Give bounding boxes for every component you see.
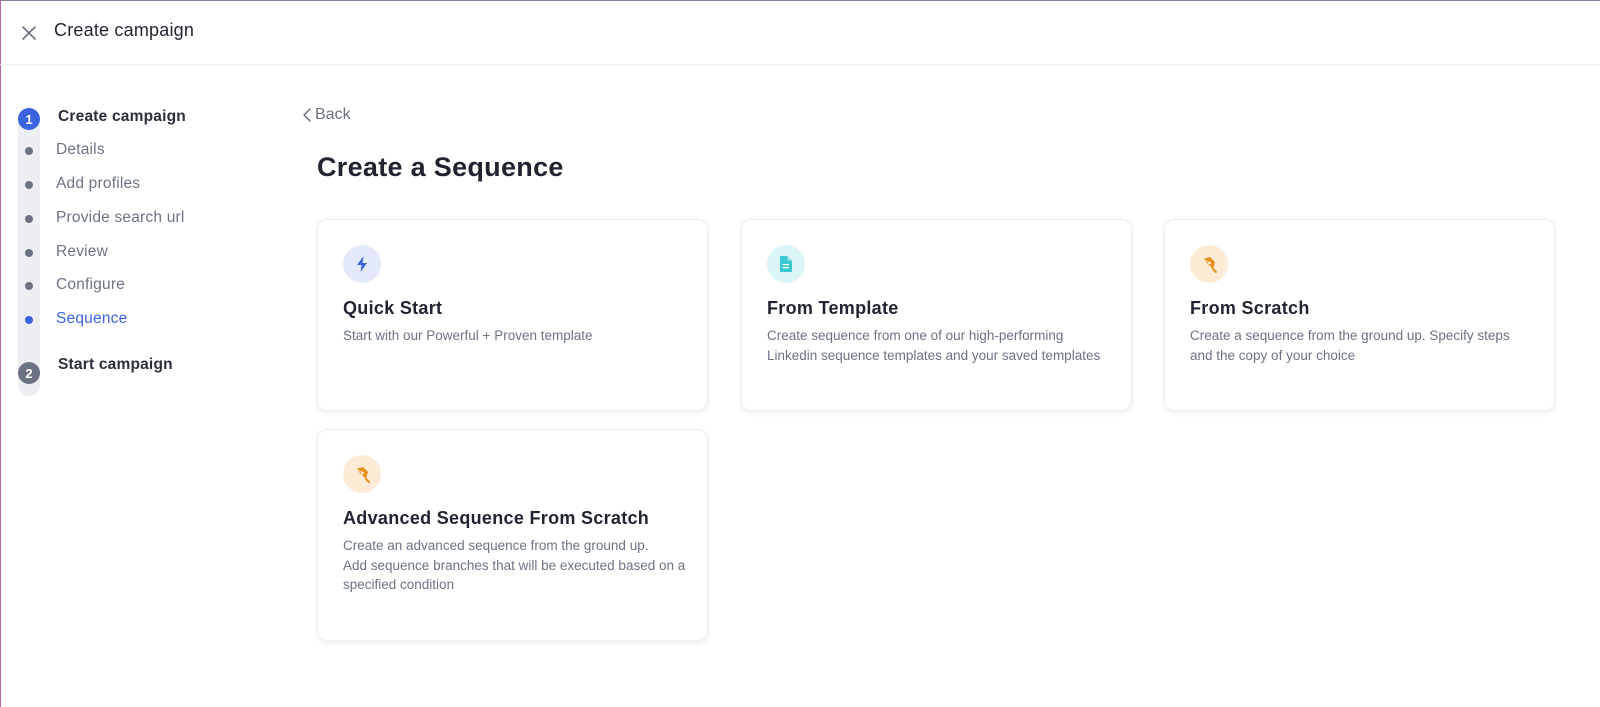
close-icon: [22, 26, 36, 40]
substep-label: Configure: [56, 276, 126, 293]
pen-nib-icon: [1202, 257, 1217, 273]
chevron-left-icon: [303, 108, 311, 122]
card-description-line: Add sequence branches that will be execu…: [343, 557, 686, 593]
quick-start-card[interactable]: Quick Start Start with our Powerful + Pr…: [317, 219, 708, 411]
card-description-line: Start with our Powerful + Proven templat…: [343, 328, 593, 343]
substep-dot: [25, 147, 33, 155]
step-2-title[interactable]: Start campaign: [58, 356, 173, 374]
from-template-card[interactable]: From Template Create sequence from one o…: [741, 219, 1132, 411]
card-title: From Template: [767, 298, 899, 318]
substep-label: Sequence: [56, 310, 128, 327]
substep-dot: [25, 215, 33, 223]
card-description-line: Create an advanced sequence from the gro…: [343, 538, 649, 553]
step-1-title[interactable]: Create campaign: [58, 108, 186, 126]
window-left-edge: [0, 0, 1, 707]
card-description: Create a sequence from the ground up. Sp…: [1190, 326, 1535, 365]
from-scratch-icon-badge: [1190, 245, 1228, 283]
advanced-sequence-icon-badge: [343, 455, 381, 493]
substep-dot: [25, 316, 33, 324]
lightning-icon: [357, 256, 367, 272]
back-link-label: Back: [315, 106, 351, 123]
substep-dot: [25, 282, 33, 290]
card-title: From Scratch: [1190, 298, 1310, 318]
card-description-line: Create a sequence from the ground up. Sp…: [1190, 328, 1510, 363]
card-title: Quick Start: [343, 298, 443, 318]
substep-dot: [25, 249, 33, 257]
page-header-title: Create campaign: [54, 20, 195, 40]
page-title: Create a Sequence: [317, 152, 564, 182]
from-scratch-card[interactable]: From Scratch Create a sequence from the …: [1164, 219, 1555, 411]
card-description-line: Create sequence from one of our high-per…: [767, 328, 1101, 363]
substep-label: Details: [56, 141, 105, 158]
substep-label: Review: [56, 243, 109, 260]
document-icon: [780, 256, 792, 272]
substep-dot: [25, 181, 33, 189]
card-description: Create an advanced sequence from the gro…: [343, 536, 688, 595]
campaign-stepper: 1 Create campaign Details Add profiles P…: [18, 106, 258, 396]
card-title: Advanced Sequence From Scratch: [343, 508, 650, 528]
advanced-sequence-card[interactable]: Advanced Sequence From Scratch Create an…: [317, 429, 708, 641]
substep-label: Provide search url: [56, 209, 185, 226]
top-bar: Create campaign: [0, 0, 1600, 65]
close-button[interactable]: [20, 24, 38, 42]
quick-start-icon-badge: [343, 245, 381, 283]
from-template-icon-badge: [767, 245, 805, 283]
step-2-number-badge: 2: [18, 362, 40, 384]
card-description: Create sequence from one of our high-per…: [767, 326, 1112, 365]
substep-label: Add profiles: [56, 175, 141, 192]
step-1-number-badge: 1: [18, 108, 40, 130]
back-link[interactable]: Back: [302, 106, 351, 124]
card-description: Start with our Powerful + Proven templat…: [343, 326, 688, 346]
pen-nib-icon: [355, 467, 370, 483]
